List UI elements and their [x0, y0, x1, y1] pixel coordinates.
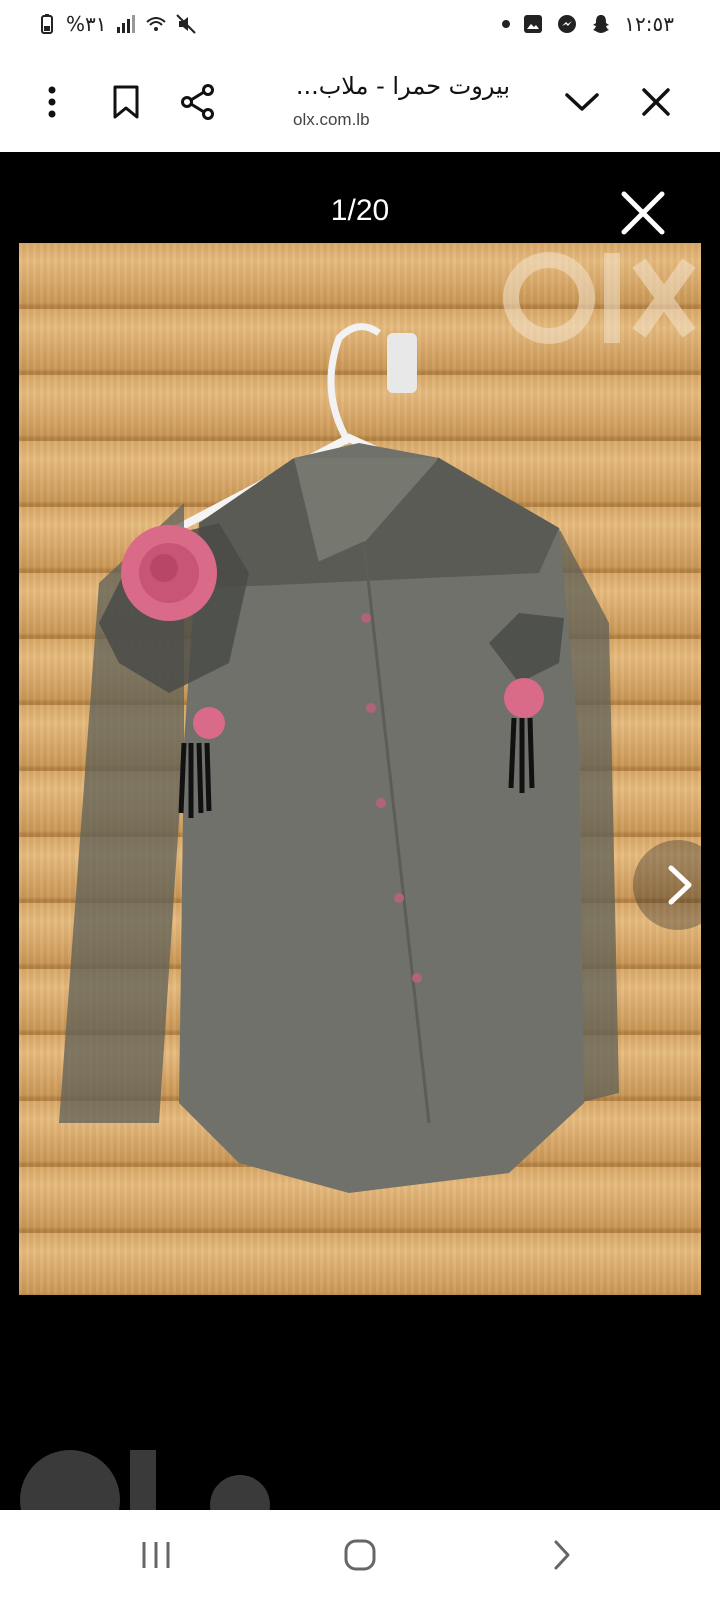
battery-percent: %٣١ — [66, 12, 107, 36]
share-icon — [181, 84, 214, 120]
clock: ١٢:٥٣ — [624, 12, 674, 36]
snapchat-icon — [593, 15, 610, 33]
mute-icon — [175, 14, 196, 34]
messenger-icon — [558, 15, 577, 33]
status-right: ١٢:٥٣ — [502, 12, 674, 36]
product-photo[interactable] — [19, 243, 701, 1295]
system-nav-bar — [0, 1510, 720, 1600]
image-viewer: 1/20 — [0, 152, 720, 1507]
gallery-icon — [524, 15, 543, 33]
page-title: بيروت حمرا - ملاب... — [295, 72, 510, 100]
olx-watermark-icon — [503, 252, 696, 344]
back-button[interactable] — [530, 1530, 590, 1580]
olx-logo-icon — [20, 1450, 270, 1510]
chevron-right-icon — [668, 865, 692, 905]
close-icon — [642, 88, 670, 116]
recent-apps-icon — [142, 1542, 170, 1568]
status-bar: %٣١ ١٢:٥٣ — [0, 0, 720, 52]
home-button[interactable] — [330, 1530, 390, 1580]
page-domain: olx.com.lb — [293, 110, 370, 129]
image-counter: 1/20 — [330, 194, 390, 227]
notification-dot — [502, 20, 511, 28]
signal-icon — [116, 15, 135, 33]
bookmark-icon — [113, 85, 139, 119]
status-left: %٣١ — [36, 12, 197, 36]
expand-header-button[interactable] — [560, 80, 604, 124]
back-arrow-icon — [554, 1540, 570, 1570]
battery-icon — [41, 14, 53, 34]
share-button[interactable] — [176, 80, 220, 124]
next-image-button[interactable] — [633, 840, 701, 930]
wifi-icon — [145, 17, 166, 31]
close-viewer-icon[interactable] — [616, 186, 670, 240]
home-icon — [344, 1539, 376, 1571]
chevron-down-icon — [565, 93, 599, 111]
recent-apps-button[interactable] — [126, 1530, 186, 1580]
more-vert-icon — [48, 86, 56, 118]
shirt-illustration — [59, 252, 696, 1193]
close-tab-button[interactable] — [634, 80, 678, 124]
browser-header: بيروت حمرا - ملاب... olx.com.lb — [0, 52, 720, 153]
olx-logo-peek — [0, 1430, 300, 1510]
more-options-button[interactable] — [30, 80, 74, 124]
bookmark-button[interactable] — [104, 80, 148, 124]
